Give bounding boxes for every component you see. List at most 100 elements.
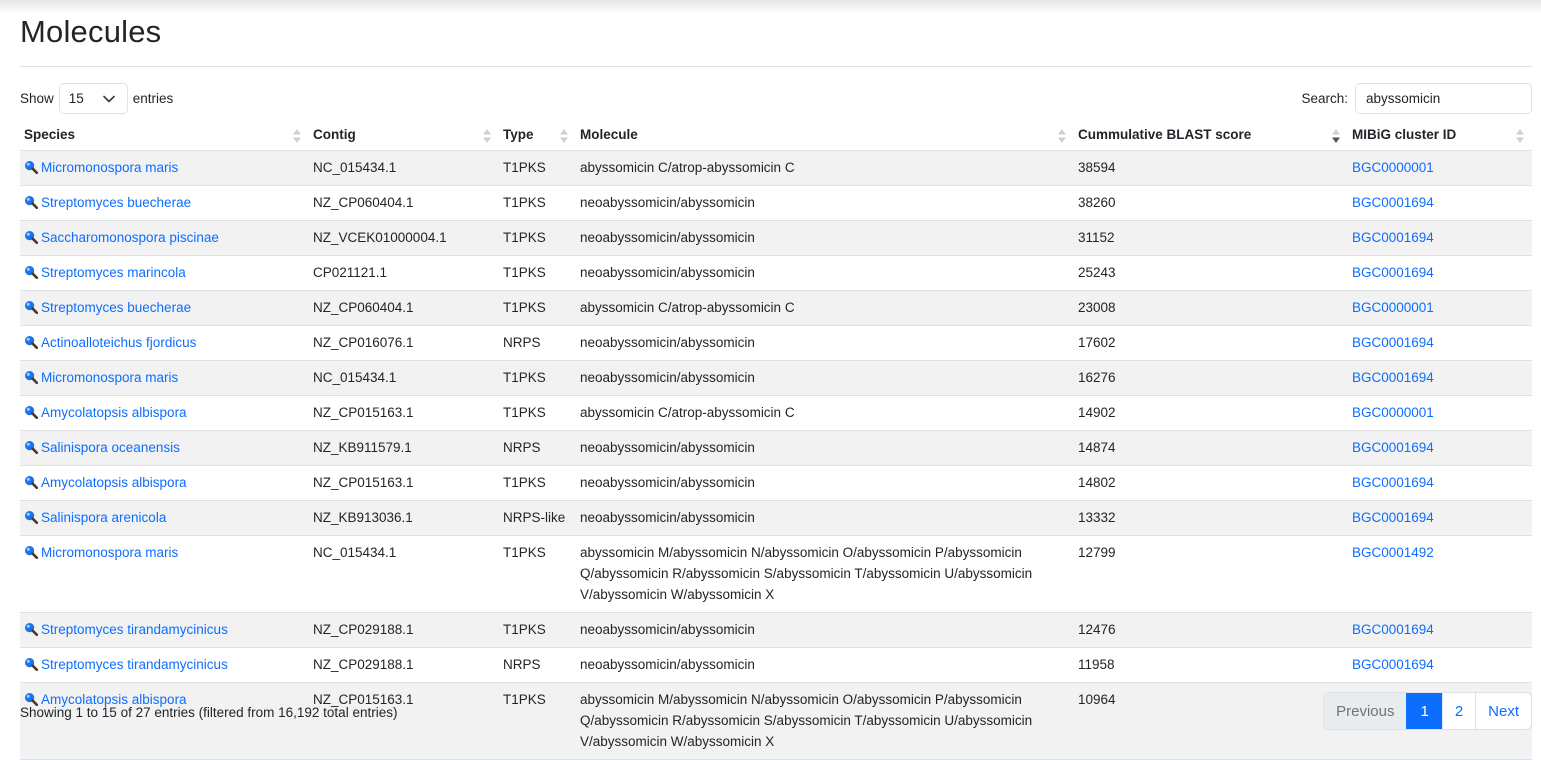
mibig-cell: BGC0000001 (1348, 290, 1532, 326)
mibig-cell: BGC0000001 (1348, 150, 1532, 186)
molecule-cell: neoabyssomicin/abyssomicin (576, 220, 1074, 256)
pagination: Previous 1 2 Next (1323, 692, 1532, 730)
species-link[interactable]: Micromonospora maris (24, 370, 178, 385)
mibig-cell: BGC0001694 (1348, 612, 1532, 648)
contig-cell: NZ_KB911579.1 (309, 430, 499, 466)
species-name: Saccharomonospora piscinae (41, 229, 219, 245)
mibig-link[interactable]: BGC0001694 (1352, 265, 1434, 280)
magnifier-icon (24, 621, 39, 636)
score-cell: 25243 (1074, 255, 1348, 291)
mibig-link[interactable]: BGC0001694 (1352, 657, 1434, 672)
column-header-molecule[interactable]: Molecule (576, 120, 1074, 151)
table-row: Streptomyces buecherae NZ_CP060404.1 T1PKS… (20, 290, 1532, 326)
mibig-link[interactable]: BGC0001694 (1352, 230, 1434, 245)
species-link[interactable]: Streptomyces tirandamycinicus (24, 622, 228, 637)
species-link[interactable]: Salinispora arenicola (24, 510, 166, 525)
score-cell: 14902 (1074, 395, 1348, 431)
mibig-link[interactable]: BGC0001492 (1352, 545, 1434, 560)
column-header-type[interactable]: Type (499, 120, 576, 151)
mibig-cell: BGC0001694 (1348, 430, 1532, 466)
molecule-cell: neoabyssomicin/abyssomicin (576, 612, 1074, 648)
species-cell: Salinispora oceanensis (20, 430, 309, 466)
molecule-cell: neoabyssomicin/abyssomicin (576, 465, 1074, 501)
magnifier-icon (24, 439, 39, 454)
score-cell: 13332 (1074, 500, 1348, 536)
mibig-link[interactable]: BGC0001694 (1352, 475, 1434, 490)
molecule-cell: neoabyssomicin/abyssomicin (576, 325, 1074, 361)
species-cell: Streptomyces buecherae (20, 185, 309, 221)
magnifier-icon (24, 509, 39, 524)
column-header-mibig[interactable]: MIBiG cluster ID (1348, 120, 1532, 151)
molecule-cell: neoabyssomicin/abyssomicin (576, 430, 1074, 466)
species-link[interactable]: Amycolatopsis albispora (24, 405, 187, 420)
mibig-link[interactable]: BGC0001694 (1352, 622, 1434, 637)
type-cell: T1PKS (499, 360, 576, 396)
mibig-link[interactable]: BGC0001694 (1352, 440, 1434, 455)
show-label: Show (20, 91, 54, 106)
species-name: Streptomyces marincola (41, 264, 186, 280)
mibig-link[interactable]: BGC0000001 (1352, 300, 1434, 315)
mibig-link[interactable]: BGC0001694 (1352, 335, 1434, 350)
type-cell: NRPS (499, 325, 576, 361)
mibig-link[interactable]: BGC0001694 (1352, 195, 1434, 210)
species-link[interactable]: Actinoalloteichus fjordicus (24, 335, 196, 350)
species-cell: Salinispora arenicola (20, 500, 309, 536)
mibig-link[interactable]: BGC0000001 (1352, 405, 1434, 420)
table-row: Streptomyces tirandamycinicus NZ_CP029188… (20, 612, 1532, 648)
species-link[interactable]: Streptomyces marincola (24, 265, 186, 280)
species-link[interactable]: Salinispora oceanensis (24, 440, 180, 455)
type-cell: NRPS (499, 430, 576, 466)
previous-page-button[interactable]: Previous (1324, 693, 1407, 729)
species-link[interactable]: Micromonospora maris (24, 160, 178, 175)
search-control: Search: (1301, 83, 1532, 114)
contig-cell: NZ_CP015163.1 (309, 395, 499, 431)
species-link[interactable]: Amycolatopsis albispora (24, 475, 187, 490)
mibig-link[interactable]: BGC0000001 (1352, 160, 1434, 175)
entries-per-page-value: 15 (68, 91, 84, 106)
magnifier-icon (24, 264, 39, 279)
species-name: Micromonospora maris (41, 544, 179, 560)
species-link[interactable]: Streptomyces buecherae (24, 300, 191, 315)
magnifier-icon (24, 369, 39, 384)
sort-icon (1516, 129, 1524, 143)
table-row: Streptomyces buecherae NZ_CP060404.1 T1PKS… (20, 185, 1532, 221)
score-cell: 38260 (1074, 185, 1348, 221)
table-row: Amycolatopsis albispora NZ_CP015163.1 T1PK… (20, 395, 1532, 431)
species-link[interactable]: Streptomyces tirandamycinicus (24, 657, 228, 672)
column-header-contig[interactable]: Contig (309, 120, 499, 151)
species-name: Micromonospora maris (41, 369, 179, 385)
type-cell: T1PKS (499, 150, 576, 186)
column-header-label: Molecule (580, 127, 638, 143)
entries-per-page-select[interactable]: 15 (58, 83, 128, 114)
table-header-row: Species Contig Type Molecule Cummulative BLA… (20, 120, 1532, 151)
species-link[interactable]: Micromonospora maris (24, 545, 178, 560)
contig-cell: NZ_CP015163.1 (309, 682, 499, 760)
page-title: Molecules (20, 14, 162, 49)
mibig-cell: BGC0001694 (1348, 360, 1532, 396)
search-input[interactable] (1355, 83, 1532, 114)
column-header-score[interactable]: Cummulative BLAST score (1074, 120, 1348, 151)
page-button-1[interactable]: 1 (1406, 693, 1442, 729)
score-cell: 38594 (1074, 150, 1348, 186)
type-cell: T1PKS (499, 255, 576, 291)
species-cell: Micromonospora maris (20, 535, 309, 613)
magnifier-icon (24, 334, 39, 349)
mibig-link[interactable]: BGC0001694 (1352, 370, 1434, 385)
mibig-link[interactable]: BGC0001694 (1352, 510, 1434, 525)
species-cell: Micromonospora maris (20, 360, 309, 396)
column-header-species[interactable]: Species (20, 120, 309, 151)
species-link[interactable]: Saccharomonospora piscinae (24, 230, 219, 245)
species-cell: Streptomyces marincola (20, 255, 309, 291)
type-cell: T1PKS (499, 220, 576, 256)
magnifier-icon (24, 299, 39, 314)
next-page-button[interactable]: Next (1475, 693, 1531, 729)
contig-cell: NZ_VCEK01000004.1 (309, 220, 499, 256)
molecule-cell: neoabyssomicin/abyssomicin (576, 500, 1074, 536)
contig-cell: NZ_CP060404.1 (309, 185, 499, 221)
species-link[interactable]: Streptomyces buecherae (24, 195, 191, 210)
type-cell: T1PKS (499, 682, 576, 760)
table-row: Micromonospora maris NC_015434.1 T1PKS neoa… (20, 360, 1532, 396)
page-button-2[interactable]: 2 (1441, 693, 1476, 729)
contig-cell: NZ_CP060404.1 (309, 290, 499, 326)
type-cell: T1PKS (499, 535, 576, 613)
